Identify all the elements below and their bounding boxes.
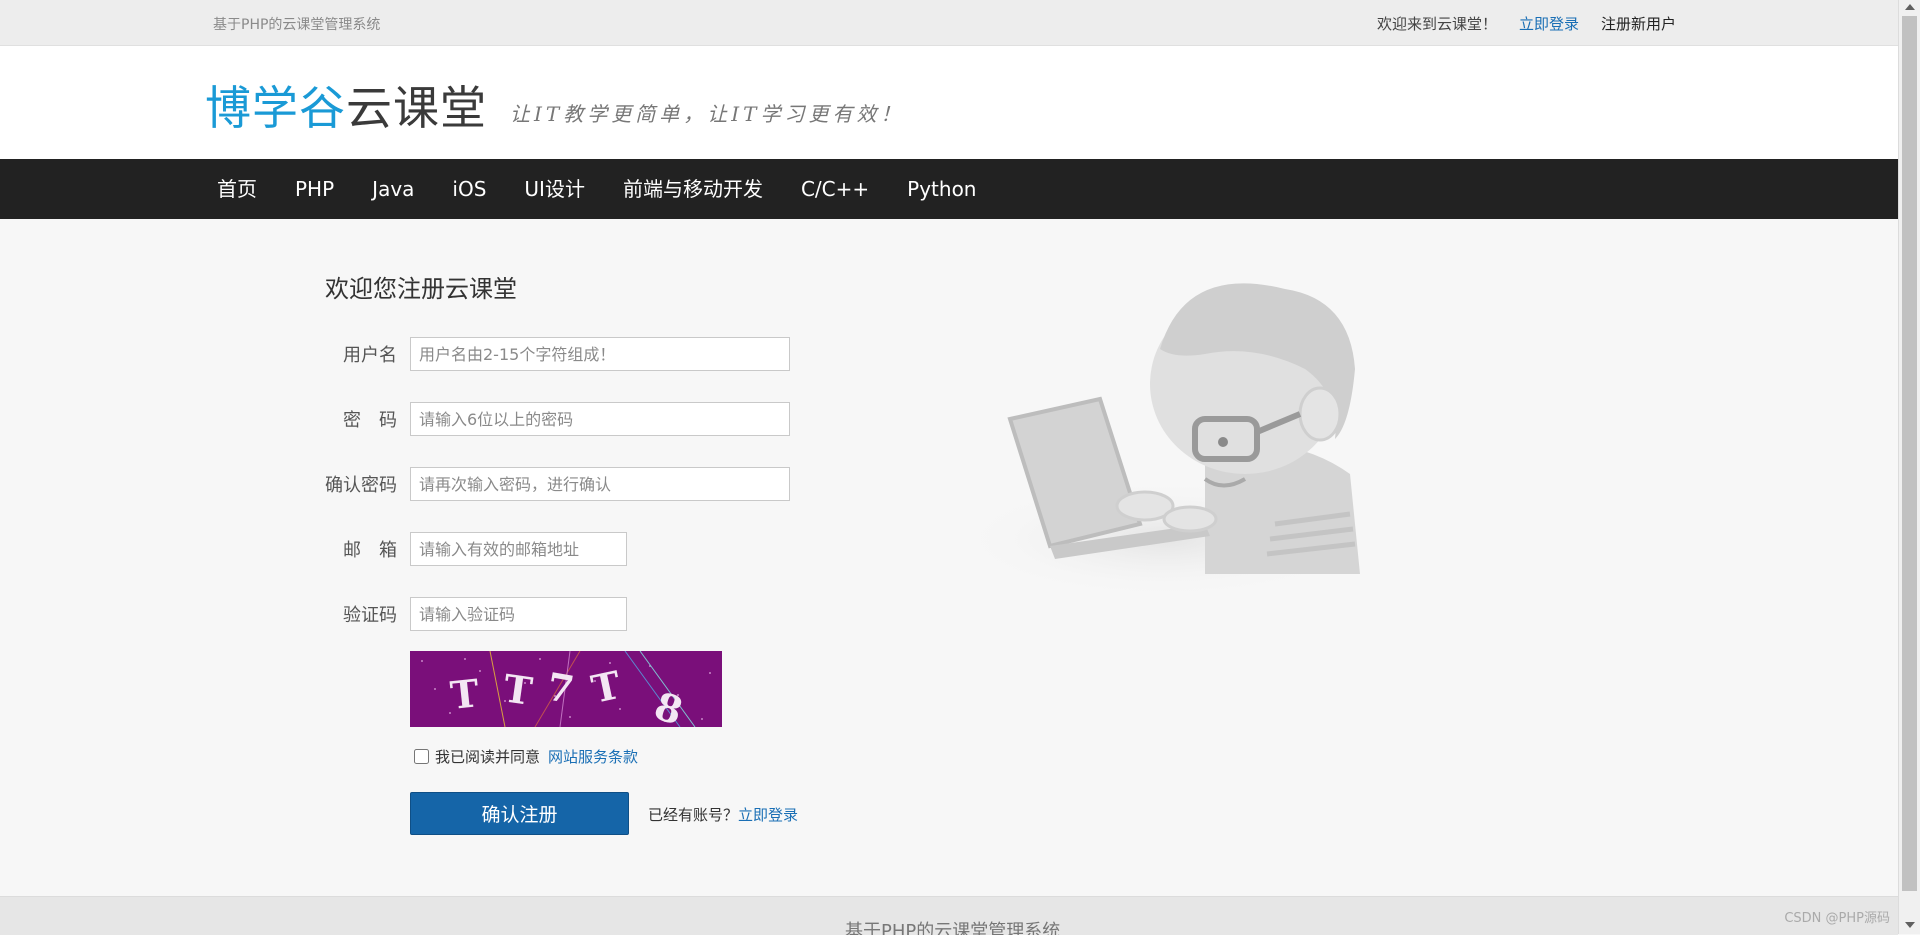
confirm-password-input[interactable] bbox=[410, 467, 790, 501]
nav-item-ui-design[interactable]: UI设计 bbox=[505, 159, 604, 219]
logo[interactable]: 博学谷云课堂 bbox=[205, 72, 487, 138]
vertical-scrollbar[interactable] bbox=[1898, 0, 1920, 934]
nav-item-c-cpp[interactable]: C/C++ bbox=[782, 159, 888, 219]
scroll-down-arrow-icon[interactable] bbox=[1905, 922, 1915, 928]
logo-brand: 博学谷 bbox=[205, 81, 346, 135]
register-page: 欢迎您注册云课堂 用户名 密 码 确认密码 邮 箱 验证码 bbox=[0, 219, 1898, 896]
slogan: 让IT教学更简单，让IT学习更有效！ bbox=[510, 102, 905, 126]
top-login-link[interactable]: 立即登录 bbox=[1519, 13, 1579, 34]
captcha-label: 验证码 bbox=[343, 605, 397, 626]
top-register-link[interactable]: 注册新用户 bbox=[1601, 13, 1676, 34]
footer: 基于PHP的云课堂管理系统 bbox=[0, 896, 1898, 935]
terms-link[interactable]: 网站服务条款 bbox=[548, 746, 638, 767]
submit-register-button[interactable]: 确认注册 bbox=[410, 792, 629, 835]
agree-text: 我已阅读并同意 bbox=[435, 748, 541, 766]
header: 博学谷云课堂 让IT教学更简单，让IT学习更有效！ bbox=[0, 46, 1898, 159]
password-label: 密 码 bbox=[343, 410, 397, 431]
footer-text: 基于PHP的云课堂管理系统 bbox=[845, 921, 1061, 935]
welcome-text: 欢迎来到云课堂！ bbox=[1376, 15, 1497, 33]
captcha-image[interactable]: T T 7 T 8 bbox=[410, 651, 722, 727]
captcha-graphic: T T 7 T 8 bbox=[410, 651, 722, 727]
captcha-input[interactable] bbox=[410, 597, 627, 631]
developer-illustration bbox=[955, 283, 1375, 599]
watermark: CSDN @PHP源码 bbox=[1784, 911, 1890, 926]
agree-checkbox[interactable] bbox=[414, 749, 429, 764]
form-title: 欢迎您注册云课堂 bbox=[325, 275, 517, 303]
confirm-password-label: 确认密码 bbox=[325, 475, 397, 496]
email-input[interactable] bbox=[410, 532, 627, 566]
email-label: 邮 箱 bbox=[343, 540, 397, 561]
nav-item-home[interactable]: 首页 bbox=[198, 159, 276, 219]
username-row: 用户名 bbox=[320, 337, 790, 371]
has-account: 已经有账号？立即登录 bbox=[648, 804, 798, 825]
agreement: 我已阅读并同意 网站服务条款 bbox=[414, 746, 638, 767]
top-bar: 基于PHP的云课堂管理系统 欢迎来到云课堂！ 立即登录 注册新用户 bbox=[0, 0, 1898, 46]
password-row: 密 码 bbox=[320, 402, 790, 436]
has-account-text: 已经有账号？ bbox=[648, 806, 739, 824]
site-name: 基于PHP的云课堂管理系统 bbox=[213, 17, 381, 33]
username-label: 用户名 bbox=[343, 345, 397, 366]
nav-item-frontend[interactable]: 前端与移动开发 bbox=[604, 159, 782, 219]
svg-text:T: T bbox=[448, 670, 481, 718]
email-row: 邮 箱 bbox=[320, 532, 627, 566]
nav-item-php[interactable]: PHP bbox=[276, 159, 353, 219]
captcha-row: 验证码 bbox=[320, 597, 627, 631]
nav-item-java[interactable]: Java bbox=[353, 159, 433, 219]
nav-item-python[interactable]: Python bbox=[888, 159, 995, 219]
nav-item-ios[interactable]: iOS bbox=[433, 159, 505, 219]
bottom-login-link[interactable]: 立即登录 bbox=[738, 806, 798, 824]
scroll-up-arrow-icon[interactable] bbox=[1905, 4, 1915, 10]
confirm-password-row: 确认密码 bbox=[320, 467, 790, 501]
top-bar-links: 欢迎来到云课堂！ 立即登录 注册新用户 bbox=[1377, 13, 1676, 34]
username-input[interactable] bbox=[410, 337, 790, 371]
scroll-thumb[interactable] bbox=[1902, 16, 1917, 891]
logo-product: 云课堂 bbox=[346, 81, 487, 135]
password-input[interactable] bbox=[410, 402, 790, 436]
main-nav: 首页 PHP Java iOS UI设计 前端与移动开发 C/C++ Pytho… bbox=[0, 159, 1898, 219]
